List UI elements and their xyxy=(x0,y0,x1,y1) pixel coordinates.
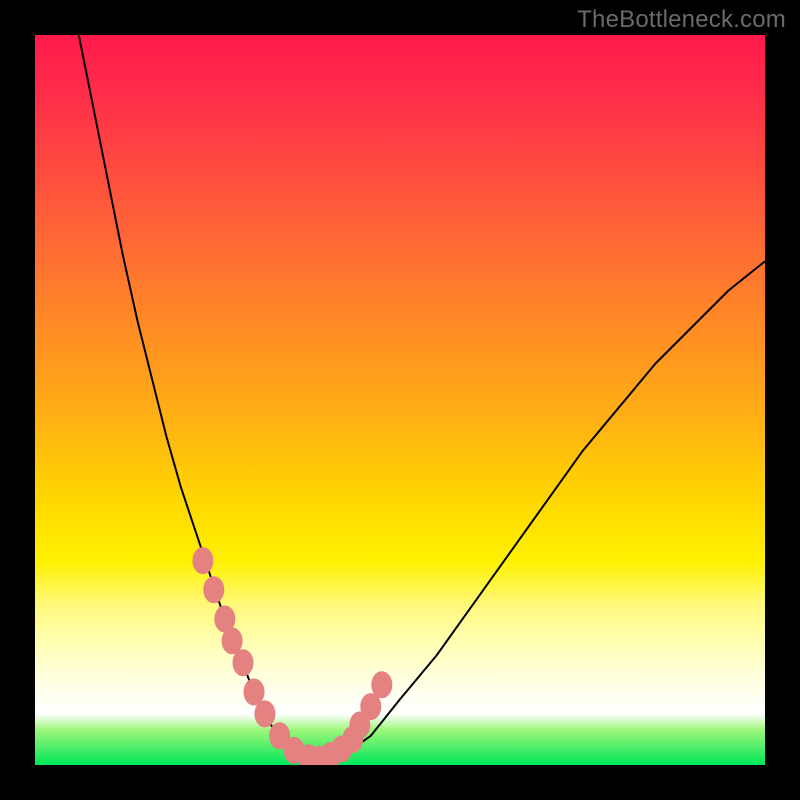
plot-area xyxy=(35,35,765,765)
bead-markers xyxy=(193,548,392,765)
bead-marker xyxy=(233,650,253,676)
watermark-text: TheBottleneck.com xyxy=(577,6,786,34)
bead-marker xyxy=(193,548,213,574)
bead-marker xyxy=(222,628,242,654)
bead-marker xyxy=(255,701,275,727)
bead-marker xyxy=(244,679,264,705)
curve-line xyxy=(79,35,765,762)
chart-frame: TheBottleneck.com xyxy=(0,0,800,800)
bead-marker xyxy=(372,672,392,698)
chart-overlay xyxy=(35,35,765,765)
bead-marker xyxy=(361,694,381,720)
bead-marker xyxy=(204,577,224,603)
